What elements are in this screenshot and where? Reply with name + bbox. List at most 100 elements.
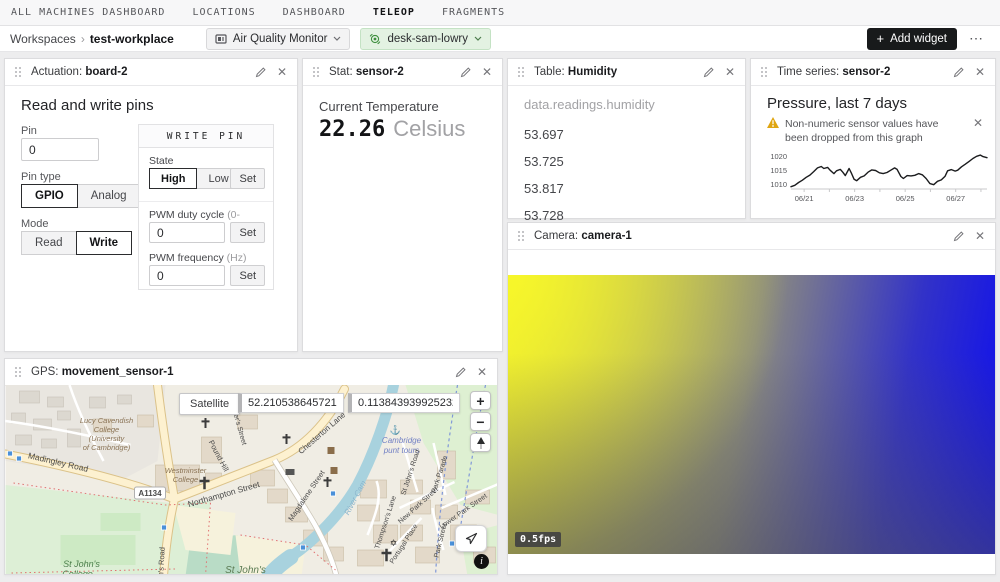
close-icon[interactable]: ✕ [975,66,985,78]
pin-type-toggle: GPIOAnalog [21,184,141,208]
warning-icon [767,117,779,128]
edit-icon[interactable] [459,66,472,79]
warning-close-icon[interactable]: ✕ [973,117,983,129]
workspace-select[interactable]: Air Quality Monitor [206,28,351,50]
map-label: College [94,425,119,434]
chart-title: Pressure, last 7 days [767,95,907,112]
widget-header: Camera: camera-1 ✕ [508,223,995,250]
table-row: 53.725 [524,148,564,175]
breadcrumb-separator: › [81,32,85,46]
nav-tab-dashboard[interactable]: DASHBOARD [283,7,346,18]
warning-banner: Non-numeric sensor values have been drop… [767,117,987,145]
breadcrumb-root[interactable]: Workspaces [10,32,76,46]
overflow-menu-button[interactable]: ⋯ [969,30,984,47]
close-icon[interactable]: ✕ [725,66,735,78]
humidity-rows: 53.69753.72553.81753.728 [524,121,564,229]
close-icon[interactable]: ✕ [277,66,287,78]
compass-button[interactable] [470,433,491,452]
widget-timeseries: Time series: sensor-2 ✕ Pressure, last 7… [750,58,996,219]
close-icon[interactable]: ✕ [482,66,492,78]
pin-type-toggle-gpio[interactable]: GPIO [21,184,78,208]
svg-text:06/21: 06/21 [795,194,814,203]
drag-handle-icon[interactable] [15,67,21,77]
compass-needle-icon [476,437,486,449]
close-icon[interactable]: ✕ [975,230,985,242]
map-label: Queen's Road [155,547,166,574]
map-label: St John's [63,559,100,569]
pwm-freq-input[interactable] [149,265,225,286]
widget-title: Time series: sensor-2 [777,66,890,78]
gps-map[interactable]: ✡ ⚓ A1134 Lucy CavendishCollege(Universi… [5,385,497,574]
workspace-toolbar: Workspaces › test-workplace Air Quality … [0,26,1000,52]
widget-header: Table: Humidity ✕ [508,59,745,86]
map-label: College [62,569,93,574]
state-toggle: HighLow [149,168,241,189]
stat-unit: Celsius [393,116,465,142]
edit-icon[interactable] [952,66,965,79]
widget-title: Actuation: board-2 [31,66,128,78]
mode-toggle-write[interactable]: Write [76,231,133,255]
pin-input[interactable] [21,138,99,161]
drag-handle-icon[interactable] [518,231,524,241]
add-widget-button[interactable]: + Add widget [867,28,958,50]
edit-icon[interactable] [702,66,715,79]
mode-toggle-read[interactable]: Read [21,231,77,255]
zoom-in-button[interactable]: + [470,391,491,410]
svg-text:A1134: A1134 [138,489,162,498]
widget-stat: Stat: sensor-2 ✕ Current Temperature 22.… [302,58,503,352]
drag-handle-icon[interactable] [15,367,21,377]
edit-icon[interactable] [952,230,965,243]
state-set-button[interactable]: Set [230,168,265,189]
map-label: Westminster [165,466,207,475]
breadcrumb-current: test-workplace [90,32,174,46]
machine-select[interactable]: desk-sam-lowry [360,28,491,50]
map-label: (University [89,434,126,443]
nav-tab-locations[interactable]: LOCATIONS [192,7,255,18]
zoom-out-button[interactable]: − [470,412,491,431]
plus-icon: + [877,32,885,45]
write-pin-panel: WRITE PIN State HighLow Set PWM duty cyc… [138,124,274,290]
stat-value: 22.26 [319,117,385,142]
tower-icon [328,447,335,454]
map-canvas[interactable]: ✡ ⚓ A1134 Lucy CavendishCollege(Universi… [5,385,497,574]
add-widget-label: Add widget [890,33,947,45]
pin-label: Pin [21,125,37,137]
widget-gps: GPS: movement_sensor-1 ✕ [4,358,498,575]
widget-title: Table: Humidity [534,66,617,78]
satellite-toggle-button[interactable]: Satellite [179,393,240,415]
write-pin-header: WRITE PIN [139,125,273,148]
longitude-input[interactable] [348,393,460,413]
close-icon[interactable]: ✕ [477,366,487,378]
anchor-icon: ⚓ [390,424,401,435]
pwm-duty-set-button[interactable]: Set [230,222,265,243]
table-row: 53.817 [524,175,564,202]
mode-label: Mode [21,218,49,230]
drag-handle-icon[interactable] [761,67,767,77]
pin-type-toggle-analog[interactable]: Analog [77,184,141,208]
locate-button[interactable] [455,525,487,552]
nav-tab-fragments[interactable]: FRAGMENTS [442,7,505,18]
pwm-duty-input[interactable] [149,222,225,243]
map-label: St John's [225,565,266,574]
pressure-chart: 10101015102006/2106/2306/2506/27 [755,147,993,211]
widget-camera: Camera: camera-1 ✕ 0.5fps [507,222,996,575]
road-badge: A1134 [135,487,166,499]
pwm-freq-set-button[interactable]: Set [230,265,265,286]
drag-handle-icon[interactable] [313,67,319,77]
state-toggle-high[interactable]: High [149,168,197,189]
widget-title: GPS: movement_sensor-1 [31,366,174,378]
map-label: Lucy Cavendish [80,416,133,425]
widget-title: Stat: sensor-2 [329,66,404,78]
widget-actuation: Actuation: board-2 ✕ Read and write pins… [4,58,298,352]
nav-tab-teleop[interactable]: TELEOP [373,7,415,18]
latitude-input[interactable] [238,393,344,413]
actuation-heading: Read and write pins [21,97,154,114]
drag-handle-icon[interactable] [518,67,524,77]
edit-icon[interactable] [454,366,467,379]
pwm-freq-label: PWM frequency (Hz) [149,252,265,264]
edit-icon[interactable] [254,66,267,79]
nav-tab-all-machines-dashboard[interactable]: ALL MACHINES DASHBOARD [11,7,165,18]
map-info-button[interactable]: i [474,554,489,569]
navigation-arrow-icon [465,532,478,545]
svg-text:1015: 1015 [770,166,787,175]
